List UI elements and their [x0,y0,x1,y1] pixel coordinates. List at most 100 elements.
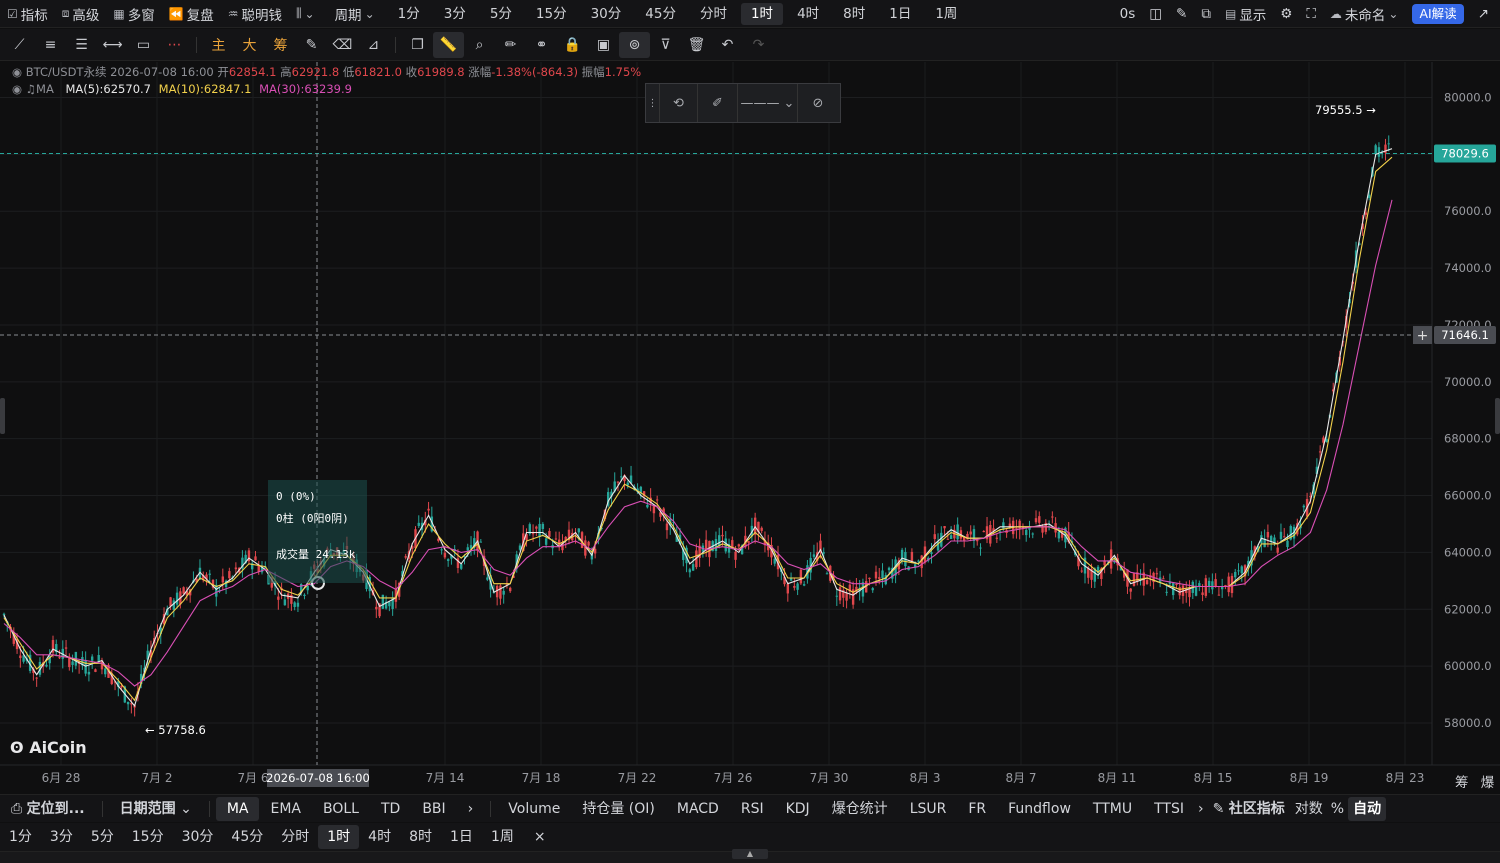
magnet-icon[interactable]: ⊚ [619,31,650,58]
collapse-handle-icon[interactable]: ▲ [732,849,768,859]
bottom-period-10[interactable]: 1日 [441,825,482,849]
sub-indicator-8[interactable]: Fundflow [997,797,1082,821]
camera-icon[interactable]: ◫ [1142,2,1169,26]
sub-indicator-5[interactable]: 爆仓统计 [821,797,899,821]
period-tab-0[interactable]: 1分 [388,3,430,25]
right-panel-handle[interactable] [1495,398,1500,434]
period-tab-9[interactable]: 8时 [833,3,875,25]
sub-indicator-10[interactable]: TTSI [1143,797,1195,821]
date-range-dropdown[interactable]: 日期范围 ⌄ [109,797,203,821]
community-indicators-button[interactable]: ✎ 社区指标 [1207,797,1291,821]
toolbar-item-1[interactable]: ⧈ 高级 [55,2,107,26]
settings-icon[interactable]: ⚙ [1273,2,1299,26]
chevron-right-icon[interactable]: › [457,797,485,821]
bottom-period-0[interactable]: 1分 [0,825,41,849]
chip-distribution-label[interactable]: 筹 [1455,775,1469,791]
liquidation-label[interactable]: 爆 [1481,775,1495,791]
bottom-period-9[interactable]: 8时 [400,825,441,849]
fullscreen-icon[interactable]: ⛶ [1299,2,1322,26]
display-menu[interactable]: ▤ 显示 [1218,2,1273,26]
toolbar-item-2[interactable]: ▦ 多窗 [106,2,161,26]
sub-indicator-3[interactable]: RSI [730,797,775,821]
bottom-period-7[interactable]: 1时 [318,825,360,849]
copy-icon[interactable]: ❐ [402,32,433,58]
bottom-period-3[interactable]: 15分 [123,825,173,849]
bottom-period-11[interactable]: 1周 [482,825,523,849]
left-panel-handle[interactable] [0,398,5,434]
bell-icon[interactable]: ♫ [26,82,36,96]
log-scale-toggle[interactable]: 对数 [1291,797,1327,821]
highlighter-icon[interactable]: ✏ [495,32,526,58]
bottom-period-5[interactable]: 45分 [222,825,272,849]
locate-button[interactable]: ⎙ 定位到... [0,797,96,821]
template-icon[interactable]: ⟲ [660,84,698,122]
price-chart[interactable]: 80000.078000.076000.074000.072000.070000… [0,62,1500,792]
line-style-dropdown[interactable]: ——— ⌄ [738,84,798,122]
bottom-period-4[interactable]: 30分 [173,825,223,849]
trash-icon[interactable]: 🗑 [681,32,712,58]
timer[interactable]: 0s [1113,2,1143,26]
rectangle-icon[interactable]: ▭ [128,32,159,58]
bottom-period-8[interactable]: 4时 [359,825,400,849]
main-indicator-2[interactable]: BOLL [312,797,370,821]
pencil-icon[interactable]: ✎ [1169,2,1194,26]
ray-icon[interactable]: ⟷ [97,32,128,58]
redo-icon[interactable]: ↷ [743,32,774,58]
more-dots-icon[interactable]: ⋯ [159,32,190,58]
period-tab-7[interactable]: 1时 [740,2,784,25]
parallel-line-icon[interactable]: ≡ [35,32,66,58]
sub-indicator-2[interactable]: MACD [666,797,730,821]
period-dropdown[interactable]: 周期 ⌄ [328,2,382,26]
bottom-period-1[interactable]: 3分 [41,825,82,849]
sub-indicator-7[interactable]: FR [957,797,997,821]
period-tab-8[interactable]: 4时 [787,3,829,25]
main-indicator-3[interactable]: TD [370,797,411,821]
drag-handle-icon[interactable]: ⋮ [646,84,660,122]
eye-icon[interactable]: ◉ [12,65,22,79]
period-tab-3[interactable]: 15分 [526,3,577,25]
snapshot-icon[interactable]: ▣ [588,32,619,58]
period-tab-1[interactable]: 3分 [434,3,476,25]
draw-text-tool-1[interactable]: 大 [234,32,265,58]
chevron-right-icon[interactable]: › [1195,797,1207,821]
main-indicator-1[interactable]: EMA [259,797,312,821]
main-indicator-4[interactable]: BBI [411,797,456,821]
measure-tool-icon[interactable]: ⊿ [358,32,389,58]
toolbar-item-4[interactable]: ♒ 聪明钱 [221,2,289,26]
ai-button[interactable]: AI解读 [1405,2,1470,26]
toolbar-item-3[interactable]: ⏪ 复盘 [162,2,221,26]
bottom-period-2[interactable]: 5分 [82,825,123,849]
undo-icon[interactable]: ↶ [712,32,743,58]
visibility-icon[interactable]: ⊘ [798,84,838,122]
ruler-icon[interactable]: 📏 [433,31,464,58]
period-tab-2[interactable]: 5分 [480,3,522,25]
eraser-tool-icon[interactable]: ⌫ [327,32,358,58]
line-color-icon[interactable]: ✐ [698,84,738,122]
toolbar-item-0[interactable]: ☑ 指标 [0,2,55,26]
period-tab-10[interactable]: 1日 [879,3,921,25]
period-tab-11[interactable]: 1周 [925,3,967,25]
new-window-icon[interactable]: ⧉ [1194,2,1218,26]
bottom-period-6[interactable]: 分时 [272,825,318,849]
auto-scale-toggle[interactable]: 自动 [1348,796,1387,821]
sub-indicator-1[interactable]: 持仓量 (OI) [571,797,666,821]
horizontal-lines-icon[interactable]: ☰ [66,32,97,58]
cloud-layout-dropdown[interactable]: ☁ 未命名 ⌄ [1323,2,1406,26]
zoom-icon[interactable]: ⌕ [464,32,495,58]
percent-scale-toggle[interactable]: % [1327,797,1348,821]
draw-text-tool-0[interactable]: 主 [203,32,234,58]
period-tab-4[interactable]: 30分 [581,3,632,25]
brush-tool-icon[interactable]: ✎ [296,32,327,58]
sub-indicator-9[interactable]: TTMU [1082,797,1143,821]
draw-text-tool-2[interactable]: 筹 [265,32,296,58]
line-icon[interactable]: ⟋ [4,32,35,58]
eye-icon[interactable]: ◉ [12,82,22,96]
period-tab-5[interactable]: 45分 [635,3,686,25]
trend-icon[interactable]: ↗ [1471,2,1496,26]
link-icon[interactable]: ⚭ [526,32,557,58]
sub-indicator-0[interactable]: Volume [497,797,571,821]
main-indicator-0[interactable]: MA [215,796,260,821]
close-icon[interactable]: × [523,825,557,849]
sub-indicator-6[interactable]: LSUR [899,797,958,821]
lock-icon[interactable]: 🔒 [557,32,588,58]
